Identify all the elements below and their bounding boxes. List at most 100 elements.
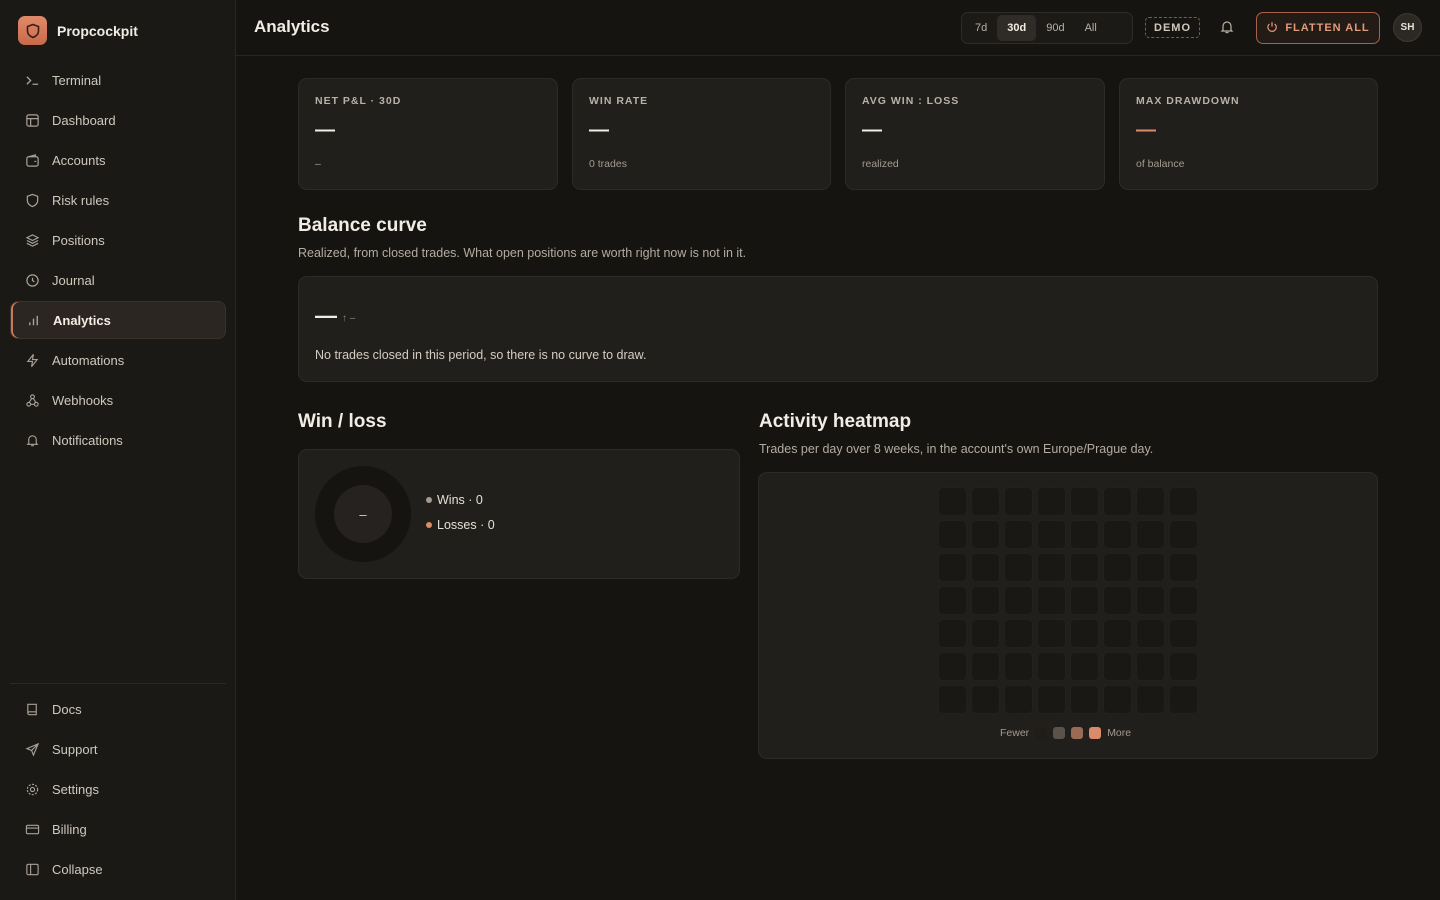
- credit-card-icon: [24, 821, 40, 837]
- sidebar-item-accounts[interactable]: Accounts: [10, 141, 226, 179]
- sidebar-item-label: Positions: [52, 232, 105, 248]
- send-icon: [24, 741, 40, 757]
- app-name: Propcockpit: [57, 22, 138, 39]
- heatmap-cell: [1037, 652, 1066, 681]
- sidebar-item-settings[interactable]: Settings: [10, 770, 226, 808]
- legend-swatch-2: [1071, 727, 1084, 739]
- heatmap-cell: [1169, 520, 1198, 549]
- range-7d-button[interactable]: 7d: [965, 15, 997, 41]
- heatmap-title: Activity heatmap: [759, 411, 912, 432]
- heatmap-cell: [1103, 487, 1132, 516]
- stat-sub: of balance: [1136, 158, 1185, 170]
- heatmap-cell: [1103, 619, 1132, 648]
- heatmap-cell: [1136, 619, 1165, 648]
- heatmap-cell: [1037, 619, 1066, 648]
- sidebar-item-journal[interactable]: Journal: [10, 261, 226, 299]
- gear-icon: [24, 781, 40, 797]
- heatmap-cell: [1169, 487, 1198, 516]
- heatmap-cell: [938, 619, 967, 648]
- heatmap-cell: [1070, 553, 1099, 582]
- sidebar-item-terminal[interactable]: Terminal: [10, 61, 226, 99]
- sidebar-item-label: Terminal: [52, 72, 102, 88]
- sidebar-footer: Docs Support Settings Billing Collapse: [10, 683, 226, 890]
- sidebar-item-dashboard[interactable]: Dashboard: [10, 101, 226, 139]
- win-loss-title: Win / loss: [298, 411, 387, 432]
- flatten-all-button[interactable]: FLATTEN ALL: [1256, 12, 1380, 44]
- range-90d-button[interactable]: 90d: [1036, 15, 1074, 41]
- heatmap-cell: [1004, 487, 1033, 516]
- heatmap-cell: [938, 487, 967, 516]
- brand[interactable]: Propcockpit: [18, 16, 138, 45]
- heatmap-cell: [1004, 553, 1033, 582]
- win-loss-donut: –: [315, 466, 411, 562]
- sidebar-item-positions[interactable]: Positions: [10, 221, 226, 259]
- legend-swatch-1: [1053, 727, 1066, 739]
- heatmap-cell: [1136, 520, 1165, 549]
- wins-legend: Wins · 0: [426, 493, 483, 507]
- heatmap-cell: [1103, 586, 1132, 615]
- win-loss-card: – Wins · 0 Losses · 0: [298, 449, 740, 579]
- heatmap-cell: [1004, 685, 1033, 714]
- date-range-selector: 7d 30d 90d All: [961, 12, 1133, 44]
- sidebar-item-label: Docs: [52, 701, 82, 717]
- heatmap-cell: [1037, 487, 1066, 516]
- bar-chart-icon: [25, 312, 41, 328]
- shield-icon: [24, 192, 40, 208]
- page-title: Analytics: [254, 17, 330, 36]
- heatmap-cell: [1169, 553, 1198, 582]
- sidebar-collapse-icon: [24, 861, 40, 877]
- range-30d-button[interactable]: 30d: [997, 15, 1037, 41]
- stat-card-net-pnl: NET P&L · 30D — –: [298, 78, 558, 190]
- wallet-icon: [24, 152, 40, 168]
- heatmap-cell: [971, 520, 1000, 549]
- sidebar-item-notifications[interactable]: Notifications: [10, 421, 226, 459]
- heatmap-cell: [1004, 619, 1033, 648]
- lightning-icon: [24, 352, 40, 368]
- sidebar-item-billing[interactable]: Billing: [10, 810, 226, 848]
- heatmap-cell: [971, 553, 1000, 582]
- sidebar-item-docs[interactable]: Docs: [10, 690, 226, 728]
- heatmap-cell: [1103, 553, 1132, 582]
- heatmap-cell: [1037, 553, 1066, 582]
- heatmap-cell: [1004, 652, 1033, 681]
- demo-mode-badge[interactable]: DEMO: [1145, 17, 1200, 38]
- heatmap-cell: [1136, 586, 1165, 615]
- heatmap-cell: [1070, 652, 1099, 681]
- range-all-button[interactable]: All: [1075, 15, 1107, 41]
- balance-curve-card: — ↑ – No trades closed in this period, s…: [298, 276, 1378, 382]
- bell-icon: [24, 432, 40, 448]
- heatmap-cell: [938, 520, 967, 549]
- heatmap-cell: [971, 586, 1000, 615]
- heatmap-cell: [1136, 487, 1165, 516]
- heatmap-cell: [1169, 586, 1198, 615]
- sidebar-item-webhooks[interactable]: Webhooks: [10, 381, 226, 419]
- sidebar-nav: Terminal Dashboard Accounts Risk rules P…: [10, 61, 226, 461]
- notifications-bell-icon[interactable]: [1219, 19, 1235, 38]
- heatmap-cell: [1004, 520, 1033, 549]
- layers-icon: [24, 232, 40, 248]
- stat-value: —: [862, 119, 882, 141]
- heatmap-cell: [1103, 520, 1132, 549]
- heatmap-cell: [1037, 685, 1066, 714]
- heatmap-cell: [1070, 619, 1099, 648]
- sidebar-item-risk-rules[interactable]: Risk rules: [10, 181, 226, 219]
- sidebar-item-label: Analytics: [53, 312, 111, 328]
- sidebar-item-support[interactable]: Support: [10, 730, 226, 768]
- stat-label: AVG WIN : LOSS: [862, 95, 960, 107]
- avatar[interactable]: SH: [1393, 13, 1422, 42]
- sidebar-item-analytics[interactable]: Analytics: [10, 301, 226, 339]
- balance-curve-subtitle: Realized, from closed trades. What open …: [298, 246, 747, 260]
- stat-label: WIN RATE: [589, 95, 649, 107]
- sidebar-item-automations[interactable]: Automations: [10, 341, 226, 379]
- heatmap-cell: [971, 619, 1000, 648]
- sidebar-item-collapse[interactable]: Collapse: [10, 850, 226, 888]
- wins-label: Wins · 0: [437, 493, 483, 507]
- top-bar: Analytics 7d 30d 90d All DEMO FLATTEN AL…: [236, 0, 1440, 56]
- stat-card-max-drawdown: MAX DRAWDOWN — of balance: [1119, 78, 1378, 190]
- heatmap-cell: [1103, 685, 1132, 714]
- stat-value: —: [315, 119, 335, 141]
- stat-sub: 0 trades: [589, 158, 627, 170]
- sidebar-item-label: Journal: [52, 272, 95, 288]
- shield-logo-icon: [18, 16, 47, 45]
- heatmap-cell: [938, 685, 967, 714]
